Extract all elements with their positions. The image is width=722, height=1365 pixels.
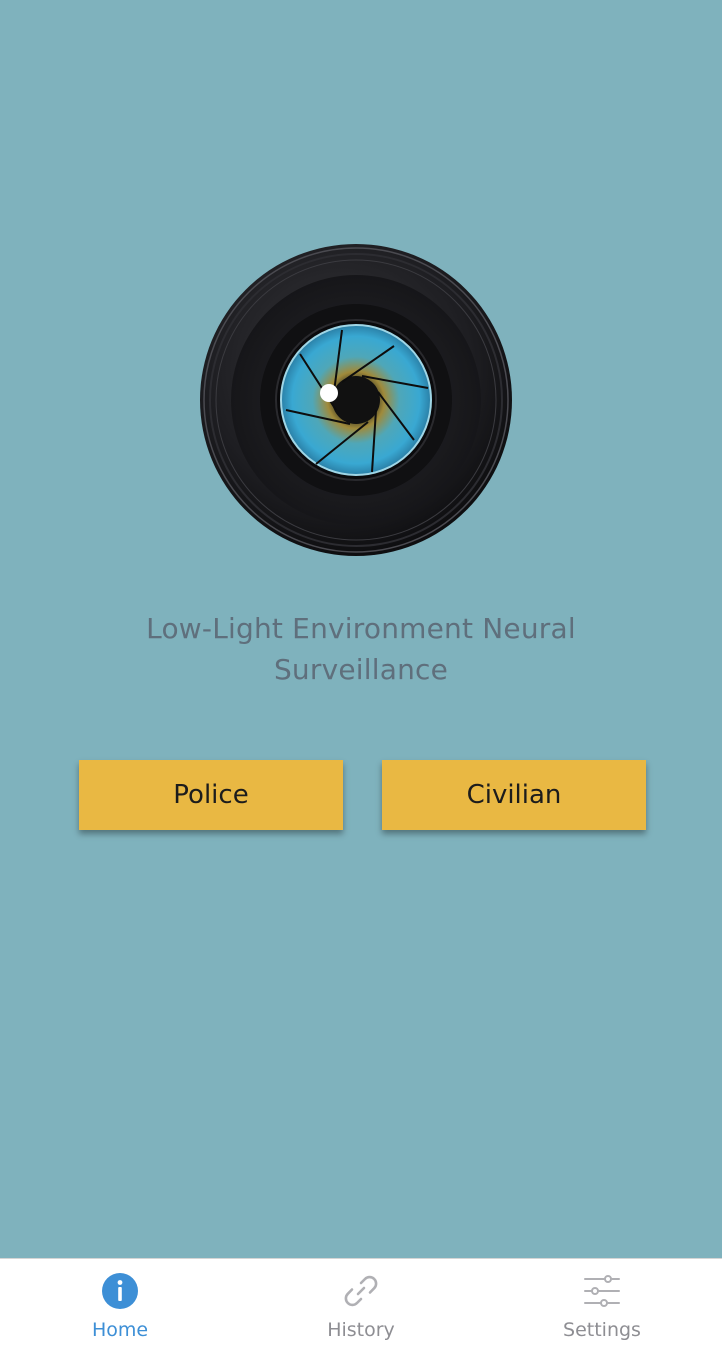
tab-home-label: Home <box>91 1319 149 1341</box>
home-screen: Low-Light Environment Neural Surveillanc… <box>0 0 722 1364</box>
tab-bar: Home History Settings <box>0 1258 722 1364</box>
app-title: Low-Light Environment Neural Surveillanc… <box>100 608 622 690</box>
tab-history-label: History <box>327 1319 395 1341</box>
info-icon <box>102 1273 138 1309</box>
camera-lens-eye-icon <box>200 244 512 556</box>
civilian-button[interactable]: Civilian <box>382 760 646 830</box>
app-title-line-1: Low-Light Environment Neural <box>146 612 576 645</box>
tab-home[interactable]: Home <box>0 1259 240 1365</box>
sliders-icon <box>584 1275 620 1307</box>
police-button[interactable]: Police <box>79 760 343 830</box>
tab-settings[interactable]: Settings <box>482 1259 722 1365</box>
tab-history[interactable]: History <box>241 1259 481 1365</box>
app-title-line-2: Surveillance <box>273 653 449 686</box>
link-icon <box>344 1275 378 1307</box>
tab-settings-label: Settings <box>563 1319 641 1341</box>
